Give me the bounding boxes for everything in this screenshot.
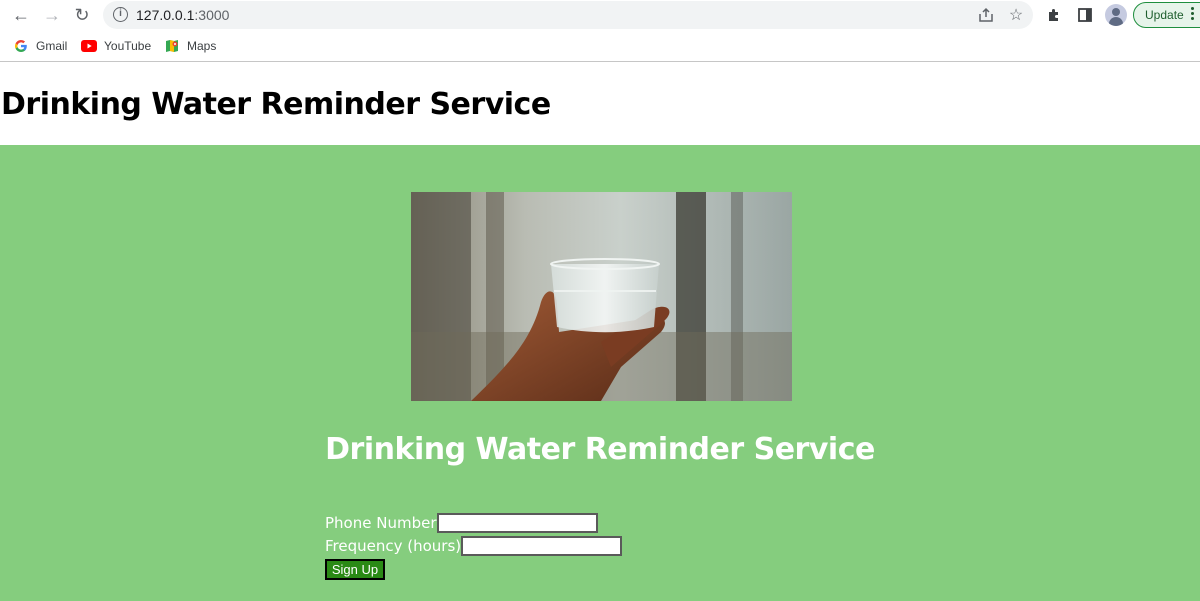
page-title: Drinking Water Reminder Service — [1, 87, 551, 122]
frequency-input[interactable] — [461, 536, 623, 556]
bookmark-star-icon[interactable]: ☆ — [1006, 5, 1026, 25]
frequency-row: Frequency (hours) — [325, 535, 623, 557]
main-panel: Drinking Water Reminder Service Phone Nu… — [0, 145, 1200, 601]
bookmarks-bar: Gmail YouTube Maps — [0, 31, 1200, 62]
bookmark-label: YouTube — [104, 39, 152, 53]
url-port: :3000 — [194, 7, 230, 23]
youtube-icon — [81, 38, 97, 54]
phone-row: Phone Number — [325, 512, 622, 534]
address-bar[interactable]: i 127.0.0.1:3000 ☆ — [103, 1, 1033, 29]
phone-label: Phone Number — [325, 514, 437, 532]
sign-up-button[interactable]: Sign Up — [325, 559, 385, 580]
profile-avatar[interactable] — [1105, 4, 1127, 26]
forward-arrow-icon[interactable]: → — [40, 3, 64, 27]
url-text[interactable]: 127.0.0.1:3000 — [136, 7, 229, 23]
google-icon — [13, 38, 29, 54]
update-button[interactable]: Update — [1133, 2, 1200, 28]
signup-form: Phone Number Frequency (hours) Sign Up — [325, 512, 623, 580]
maps-icon — [164, 38, 180, 54]
side-panel-icon[interactable] — [1074, 4, 1096, 26]
extensions-puzzle-icon[interactable] — [1043, 4, 1065, 26]
bookmark-gmail[interactable]: Gmail — [13, 38, 67, 54]
bookmark-youtube[interactable]: YouTube — [81, 38, 151, 54]
frequency-label: Frequency (hours) — [325, 537, 462, 555]
menu-kebab-icon[interactable] — [1191, 7, 1195, 22]
browser-toolbar: ← → ↻ i 127.0.0.1:3000 ☆ Update — [0, 0, 1200, 31]
back-arrow-icon[interactable]: ← — [9, 3, 33, 27]
share-icon[interactable] — [976, 5, 996, 25]
page-header: Drinking Water Reminder Service — [0, 63, 1200, 145]
bookmark-maps[interactable]: Maps — [164, 38, 216, 54]
main-heading: Drinking Water Reminder Service — [325, 432, 875, 467]
hero-image — [411, 192, 792, 401]
web-page: Drinking Water Reminder Service Drinking… — [0, 63, 1200, 601]
site-info-icon[interactable]: i — [113, 7, 128, 22]
bookmark-label: Maps — [187, 39, 217, 53]
reload-icon[interactable]: ↻ — [70, 3, 94, 27]
phone-number-input[interactable] — [436, 513, 598, 533]
url-host: 127.0.0.1 — [136, 7, 195, 23]
bookmark-label: Gmail — [36, 39, 68, 53]
